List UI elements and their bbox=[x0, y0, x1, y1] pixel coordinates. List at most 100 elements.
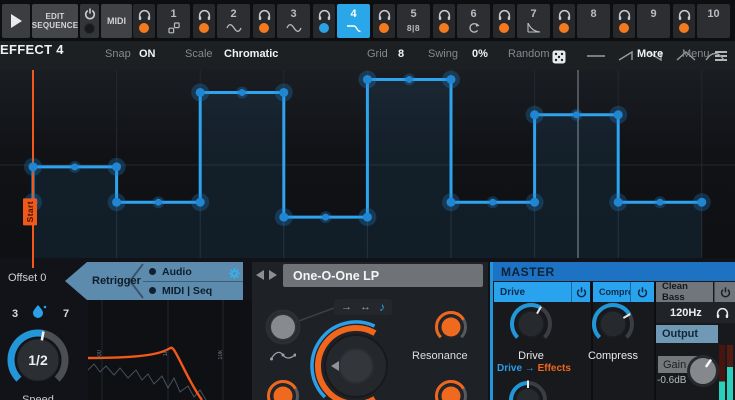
step-node[interactable] bbox=[196, 88, 205, 97]
step-node[interactable] bbox=[29, 162, 38, 171]
step-node[interactable] bbox=[614, 198, 623, 207]
track-5: 5 8|8 bbox=[373, 4, 430, 38]
step-node[interactable] bbox=[530, 110, 539, 119]
drive-power-button[interactable] bbox=[571, 282, 590, 302]
dice-icon[interactable] bbox=[552, 50, 566, 64]
step-node[interactable] bbox=[697, 198, 706, 207]
edit-sequence-button[interactable]: EDIT SEQUENCE bbox=[32, 4, 78, 38]
step-node[interactable] bbox=[196, 198, 205, 207]
resonance-mod-knob[interactable] bbox=[432, 377, 470, 400]
step-node[interactable] bbox=[447, 75, 456, 84]
step-node[interactable] bbox=[447, 198, 456, 207]
track-2-monitor-button[interactable] bbox=[193, 4, 215, 38]
step-node[interactable] bbox=[155, 199, 162, 206]
gear-icon[interactable] bbox=[228, 267, 241, 280]
step-node[interactable] bbox=[530, 198, 539, 207]
track-7-monitor-button[interactable] bbox=[493, 4, 515, 38]
step-node[interactable] bbox=[614, 110, 623, 119]
power-icon bbox=[84, 8, 96, 20]
track-1-select-button[interactable]: 1 bbox=[157, 4, 190, 38]
track-3-select-button[interactable]: 3 bbox=[277, 4, 310, 38]
step-node[interactable] bbox=[363, 213, 372, 222]
gain-knob[interactable] bbox=[683, 351, 723, 391]
snap-value[interactable]: ON bbox=[139, 48, 156, 60]
track-8-monitor-button[interactable] bbox=[553, 4, 575, 38]
track-4-monitor-button[interactable] bbox=[313, 4, 335, 38]
swing-value[interactable]: 0% bbox=[472, 48, 488, 60]
resonance-knob[interactable] bbox=[432, 308, 470, 346]
step-node[interactable] bbox=[657, 199, 664, 206]
flat-shape-icon[interactable] bbox=[585, 50, 607, 62]
cutoff-knob[interactable] bbox=[301, 311, 411, 400]
filter-display[interactable]: 100 1k 10k bbox=[88, 300, 252, 400]
step-node[interactable] bbox=[279, 88, 288, 97]
track-9-monitor-button[interactable] bbox=[613, 4, 635, 38]
midi-button[interactable]: MIDI bbox=[101, 4, 132, 38]
speed-knob[interactable] bbox=[4, 326, 72, 394]
step-node[interactable] bbox=[573, 111, 580, 118]
step-node[interactable] bbox=[406, 76, 413, 83]
track-10: 10 bbox=[673, 4, 730, 38]
compress-tab[interactable]: Compress bbox=[593, 282, 630, 302]
step-node[interactable] bbox=[322, 214, 329, 221]
bottom-panel: Offset 0 Retrigger Audio MIDI | Seq 3 bbox=[0, 258, 735, 400]
drive-routing[interactable]: Drive → Effects bbox=[497, 363, 571, 374]
radio-dot bbox=[149, 287, 156, 294]
grid-value[interactable]: 8 bbox=[398, 48, 404, 60]
retrigger-banner: Retrigger Audio MIDI | Seq bbox=[65, 262, 243, 300]
track-number: 2 bbox=[230, 9, 236, 20]
track-6-monitor-button[interactable] bbox=[433, 4, 455, 38]
play-button[interactable] bbox=[2, 4, 30, 38]
step-node[interactable] bbox=[363, 75, 372, 84]
drive-tab[interactable]: Drive bbox=[494, 282, 571, 302]
retrigger-option-midi-seq[interactable]: MIDI | Seq bbox=[143, 281, 243, 300]
track-9-select-button[interactable]: 9 bbox=[637, 4, 670, 38]
start-marker[interactable]: Start bbox=[23, 198, 37, 225]
step-node[interactable] bbox=[112, 162, 121, 171]
compress-knob[interactable] bbox=[589, 300, 637, 348]
step-node[interactable] bbox=[239, 89, 246, 96]
range-max[interactable]: 7 bbox=[63, 308, 69, 320]
crossover-freq-row[interactable]: 120Hz bbox=[656, 302, 735, 323]
step-node[interactable] bbox=[489, 199, 496, 206]
clean-bass-tab[interactable]: Clean Bass bbox=[656, 282, 713, 302]
track-2-select-button[interactable]: 2 bbox=[217, 4, 250, 38]
monitor-state-dot bbox=[679, 23, 689, 33]
ramp-up-shape-icon[interactable] bbox=[617, 50, 639, 62]
output-row[interactable]: Output bbox=[656, 325, 718, 343]
range-min[interactable]: 3 bbox=[12, 308, 18, 320]
track-4: 4 bbox=[313, 4, 370, 38]
track-7-select-button[interactable]: 7 bbox=[517, 4, 550, 38]
drive-knob[interactable] bbox=[507, 300, 555, 348]
track-4-select-button[interactable]: 4 bbox=[337, 4, 370, 38]
sine-arc-shape-icon[interactable] bbox=[704, 50, 726, 62]
step-node[interactable] bbox=[71, 163, 78, 170]
scale-value[interactable]: Chromatic bbox=[224, 48, 278, 60]
step-sequencer[interactable]: Start bbox=[0, 70, 735, 258]
offset-label[interactable]: Offset 0 bbox=[8, 272, 46, 284]
cutoff-mod-knob[interactable] bbox=[264, 377, 302, 400]
more-button[interactable]: More bbox=[637, 48, 663, 60]
step-node[interactable] bbox=[279, 213, 288, 222]
compress-power-button[interactable] bbox=[630, 282, 654, 302]
track-1-monitor-button[interactable] bbox=[133, 4, 155, 38]
step-node[interactable] bbox=[112, 198, 121, 207]
headphone-icon bbox=[618, 9, 631, 21]
drive-mix-knob[interactable] bbox=[506, 378, 550, 400]
headphone-icon[interactable] bbox=[716, 307, 729, 319]
envelope-icon[interactable] bbox=[270, 349, 296, 362]
track-5-monitor-button[interactable] bbox=[373, 4, 395, 38]
clean-bass-power-button[interactable] bbox=[714, 282, 735, 302]
track-10-select-button[interactable]: 10 bbox=[697, 4, 730, 38]
track-6-select-button[interactable]: 6 bbox=[457, 4, 490, 38]
track-6-type-icon bbox=[468, 22, 480, 34]
play-icon bbox=[11, 14, 22, 28]
track-5-select-button[interactable]: 5 8|8 bbox=[397, 4, 430, 38]
master-header[interactable]: MASTER bbox=[493, 262, 735, 281]
random-label: Random bbox=[508, 48, 550, 60]
power-toggle[interactable] bbox=[80, 4, 99, 38]
track-3-monitor-button[interactable] bbox=[253, 4, 275, 38]
mod-amount-knob[interactable] bbox=[263, 307, 303, 347]
track-10-monitor-button[interactable] bbox=[673, 4, 695, 38]
track-8-select-button[interactable]: 8 bbox=[577, 4, 610, 38]
